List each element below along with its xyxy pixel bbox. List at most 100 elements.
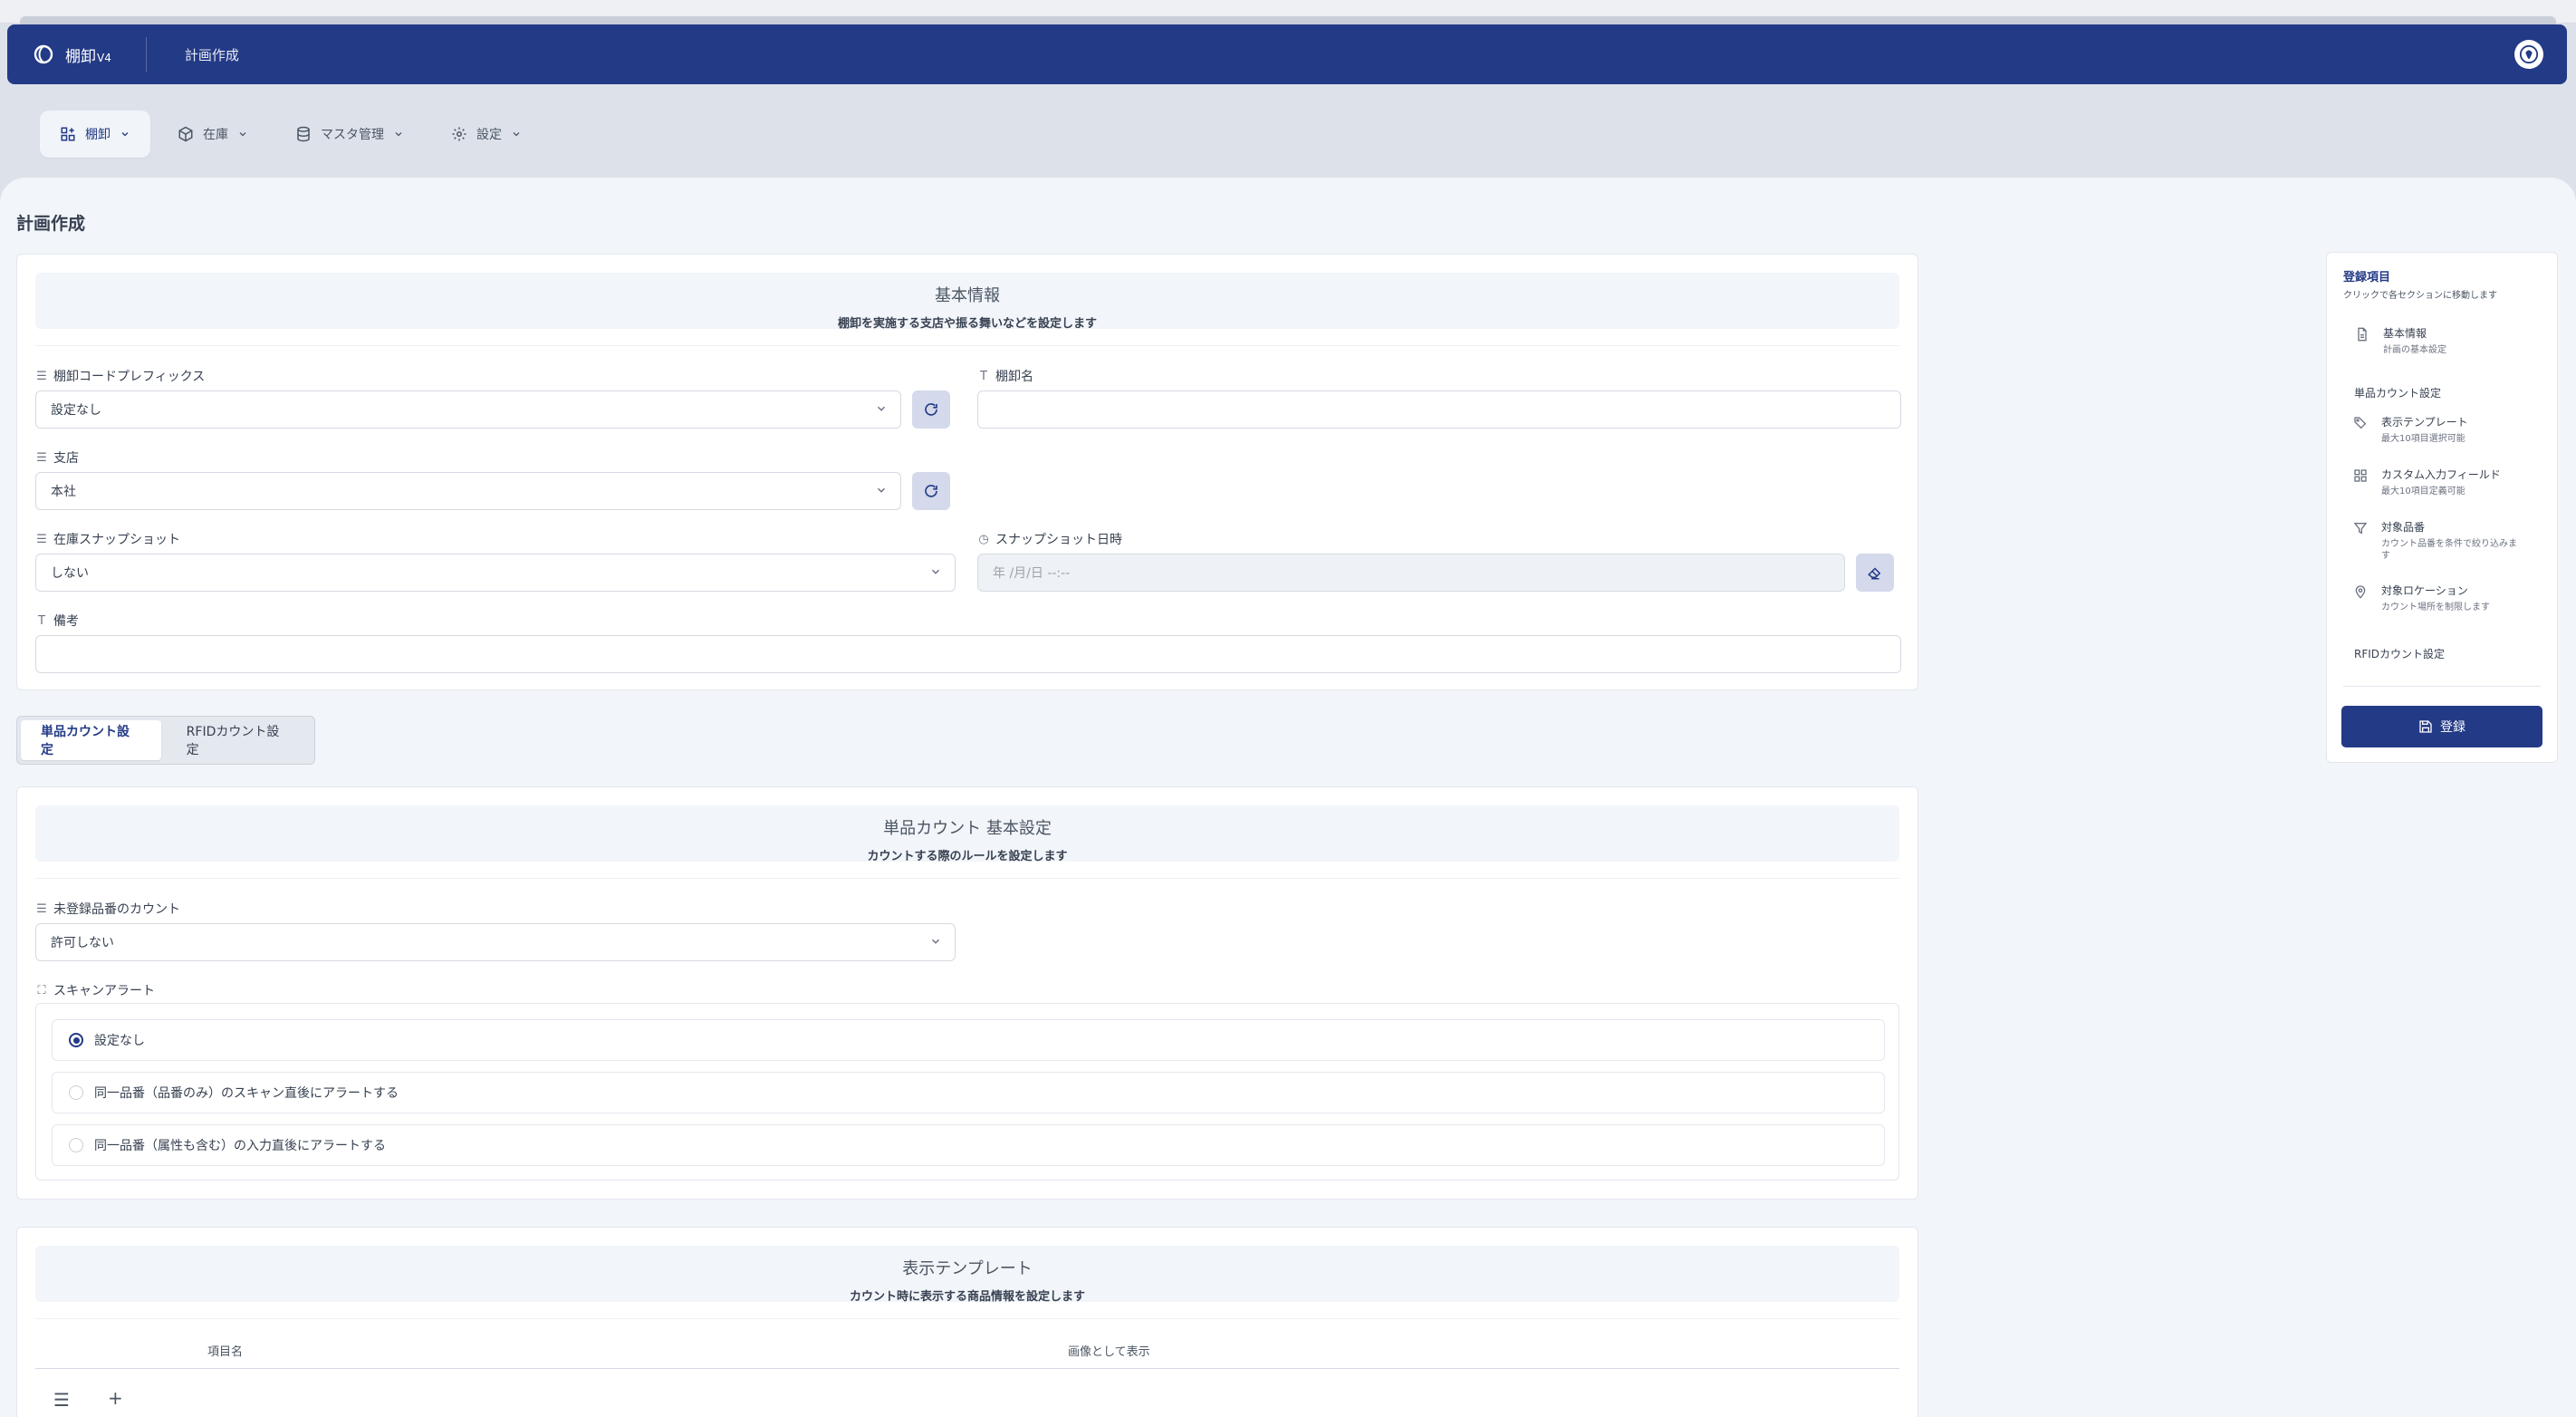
nav-label: 設定 (476, 128, 502, 142)
memo-input[interactable] (35, 635, 1901, 673)
side-group-single[interactable]: 単品カウント設定 (2354, 385, 2441, 400)
side-group-rfid[interactable]: RFIDカウント設定 (2354, 646, 2445, 661)
nav-item-settings[interactable]: 設定 (431, 111, 542, 158)
drag-handle-icon[interactable]: ☰ (53, 1389, 70, 1411)
clock-icon: ◷ (978, 532, 989, 546)
side-item-desc: 最大10項目定義可能 (2381, 487, 2465, 496)
tab-rfid-count[interactable]: RFIDカウント設定 (167, 720, 311, 760)
header-divider (145, 37, 147, 72)
chevron-down-icon (877, 406, 886, 411)
side-item-label: 対象ロケーション (2381, 584, 2468, 597)
nav-item-tanaoroshi[interactable]: 棚卸 (40, 111, 150, 158)
radio-unchecked[interactable] (69, 1138, 83, 1152)
basic-info-title: 基本情報 (935, 286, 1000, 305)
main-content: 計画作成 基本情報 棚卸を実施する支店や振る舞いなどを設定します ☰ 棚卸コードプ… (0, 178, 2576, 1417)
prefix-select-value: 設定なし (51, 403, 101, 418)
refresh-icon (925, 403, 937, 416)
template-table-header: 項目名 画像として表示 (35, 1329, 1899, 1369)
template-subtitle: カウント時に表示する商品情報を設定します (849, 1290, 1085, 1304)
unregistered-select[interactable]: 許可しない (35, 923, 956, 961)
side-item-basic[interactable]: 基本情報 計画の基本設定 (2354, 325, 2519, 356)
snapshot-date-label: ◷ スナップショット日時 (977, 530, 1122, 548)
chevron-down-icon (931, 939, 940, 944)
option-label: 同一品番（品番のみ）のスキャン直後にアラートする (94, 1086, 399, 1101)
filter-icon (2352, 519, 2369, 562)
side-item-label: 対象品番 (2381, 521, 2426, 534)
nav-item-zaiko[interactable]: 在庫 (158, 111, 268, 158)
side-item-label: 基本情報 (2383, 327, 2427, 340)
snapshot-date-label-text: スナップショット日時 (995, 533, 1122, 547)
map-pin-icon (2352, 583, 2369, 613)
snapshot-label: ☰ 在庫スナップショット (35, 530, 180, 548)
unregistered-label-text: 未登録品番のカウント (53, 902, 180, 917)
template-title: 表示テンプレート (902, 1259, 1033, 1278)
app-header: 棚卸V4 計画作成 (7, 24, 2567, 84)
text-icon: T (980, 369, 987, 383)
grid-plus-icon (61, 127, 75, 141)
branch-select[interactable]: 本社 (35, 472, 901, 510)
scan-alert-option-code[interactable]: 同一品番（品番のみ）のスキャン直後にアラートする (52, 1072, 1885, 1113)
list-icon: ☰ (36, 369, 47, 383)
save-icon (2419, 720, 2432, 733)
radio-checked[interactable] (69, 1033, 83, 1047)
prefix-refresh-button[interactable] (912, 390, 950, 429)
option-label: 設定なし (94, 1034, 145, 1048)
side-panel: 登録項目 クリックで各セクションに移動します 基本情報 計画の基本設定 単品カウ… (2326, 252, 2558, 763)
chevron-down-icon (931, 569, 940, 574)
document-icon (2354, 325, 2370, 356)
single-count-subtitle: カウントする際のルールを設定します (867, 850, 1068, 863)
nav-label: 棚卸 (85, 128, 111, 142)
app-version: V4 (97, 51, 111, 64)
snapshot-date-input[interactable]: 年 /月/日 --:-- (977, 554, 1845, 592)
gear-icon (452, 127, 466, 141)
unregistered-select-value: 許可しない (51, 936, 114, 950)
scan-icon: ⛶ (37, 983, 46, 998)
prefix-select[interactable]: 設定なし (35, 390, 901, 429)
tab-single-count[interactable]: 単品カウント設定 (21, 720, 161, 760)
register-label: 登録 (2440, 720, 2465, 735)
scan-alert-option-none[interactable]: 設定なし (52, 1019, 1885, 1061)
col-show-as-image: 画像として表示 (1068, 1345, 1150, 1359)
basic-info-header: 基本情報 棚卸を実施する支店や振る舞いなどを設定します (35, 273, 1899, 331)
browser-top-strip (0, 0, 2576, 25)
side-item-label: 表示テンプレート (2381, 416, 2468, 429)
clear-date-button[interactable] (1856, 554, 1894, 592)
side-item-desc: 計画の基本設定 (2383, 345, 2446, 355)
scan-alert-option-attr[interactable]: 同一品番（属性も含む）の入力直後にアラートする (52, 1124, 1885, 1166)
snapshot-label-text: 在庫スナップショット (53, 533, 180, 547)
side-item-target-locations[interactable]: 対象ロケーション カウント場所を制限します (2352, 583, 2517, 613)
side-item-desc: カウント品番を条件で絞り込みます (2381, 539, 2517, 561)
main-nav: 棚卸 在庫 マスタ管理 設定 (40, 111, 542, 158)
branch-select-value: 本社 (51, 485, 76, 499)
chevron-down-icon (877, 487, 886, 493)
nav-label: 在庫 (203, 128, 228, 142)
single-count-title: 単品カウント 基本設定 (883, 819, 1052, 838)
name-input[interactable] (977, 390, 1901, 429)
branch-label-text: 支店 (53, 451, 79, 466)
scan-alert-label-text: スキャンアラート (53, 984, 155, 998)
app-logo[interactable]: 棚卸V4 (31, 42, 111, 67)
database-icon (297, 126, 310, 142)
tag-icon (2352, 414, 2369, 445)
side-item-template[interactable]: 表示テンプレート 最大10項目選択可能 (2352, 414, 2517, 445)
text-icon: T (38, 613, 45, 628)
register-button[interactable]: 登録 (2341, 706, 2542, 747)
logo-icon (31, 42, 56, 67)
refresh-icon (925, 485, 937, 497)
app-name: 棚卸 (65, 47, 96, 66)
side-subtitle: クリックで各セクションに移動します (2343, 291, 2497, 301)
nav-item-master[interactable]: マスタ管理 (275, 111, 424, 158)
side-item-custom-fields[interactable]: カスタム入力フィールド 最大10項目定義可能 (2352, 467, 2517, 497)
template-header: 表示テンプレート カウント時に表示する商品情報を設定します (35, 1246, 1899, 1304)
side-item-target-products[interactable]: 対象品番 カウント品番を条件で絞り込みます (2352, 519, 2517, 562)
add-row-button[interactable]: + (108, 1387, 123, 1409)
radio-unchecked[interactable] (69, 1085, 83, 1100)
side-item-desc: カウント場所を制限します (2381, 602, 2490, 612)
page-title: 計画作成 (16, 214, 86, 234)
side-divider (2343, 686, 2541, 687)
side-item-label: カスタム入力フィールド (2381, 468, 2501, 481)
branch-label: ☰ 支店 (35, 448, 79, 467)
user-avatar[interactable] (2514, 40, 2543, 69)
branch-refresh-button[interactable] (912, 472, 950, 510)
snapshot-select[interactable]: しない (35, 554, 956, 592)
